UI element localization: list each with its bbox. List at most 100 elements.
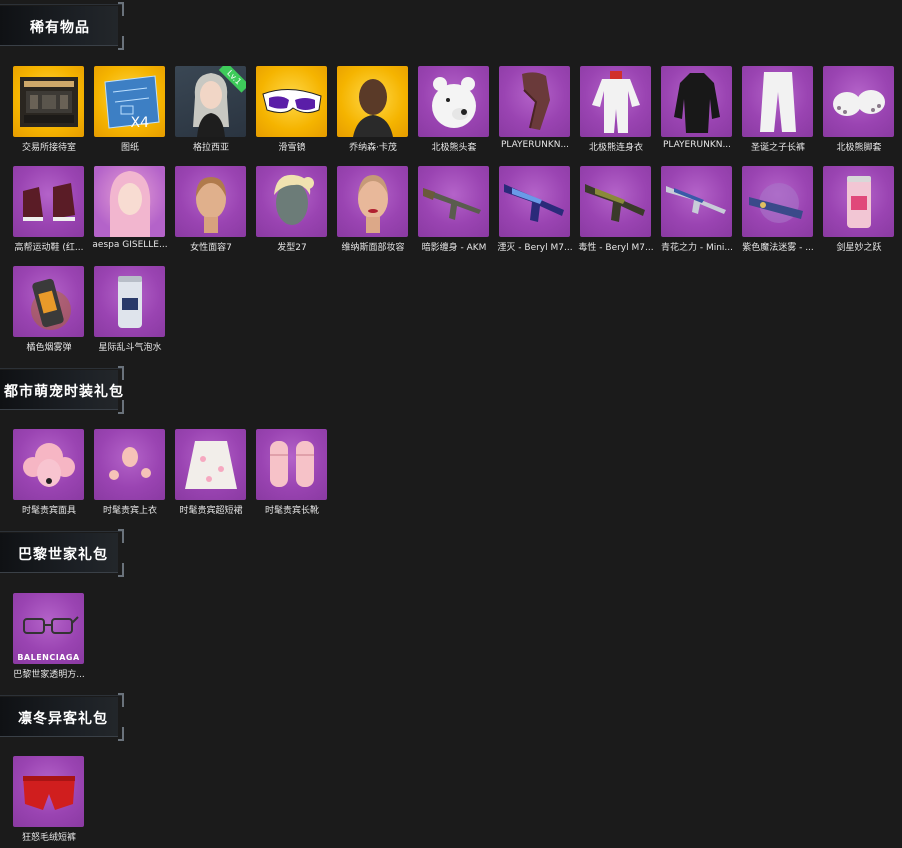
section-title: 稀有物品 [30,20,90,36]
item-card[interactable]: PLAYERUNKN... [499,66,571,150]
item-tile [661,66,732,137]
item-label: 青花之力 - Mini... [660,243,734,253]
item-tile [256,66,327,137]
item-label: 巴黎世家透明方... [13,670,85,680]
item-card[interactable]: 狂怒毛绒短裤 [13,756,85,843]
item-card[interactable]: 发型27 [256,166,328,253]
divider [0,368,124,369]
item-tile [94,166,165,237]
item-tile [13,66,84,137]
item-card[interactable]: 时髦贵宾面具 [13,429,85,516]
item-card[interactable]: 紫色魔法迷雾 - ... [742,166,814,253]
section-header-city-pet-pack: 都市萌宠时装礼包 [0,366,124,414]
section-header-balenciaga-pack: 巴黎世家礼包 [0,529,124,577]
item-card[interactable]: X4 图纸 [94,66,166,153]
item-label: 北极熊脚套 [836,143,882,153]
item-label: 格拉西亚 [192,143,229,153]
item-card[interactable]: 维纳斯面部妆容 [337,166,409,253]
poodle-mask-icon [22,442,75,487]
item-label: 北极熊连身衣 [588,143,643,153]
poodle-boots-icon [269,440,314,487]
bracket-decoration [118,693,124,707]
item-tile [823,66,894,137]
bear-suit-icon [591,70,640,133]
bracket-decoration [118,2,124,16]
item-card[interactable]: 毒性 - Beryl M7... [578,166,654,253]
sneakers-icon [22,182,75,221]
scarf-icon [521,71,550,130]
item-tile [499,66,570,137]
item-label: 暗影缠身 - AKM [421,243,487,253]
item-card[interactable]: PLAYERUNKN... [661,66,733,150]
polar-bear-mask-icon [431,76,476,128]
rare-items-grid: 交易所接待室 X4 图纸 Lv.1 格拉西亚 滑雪镜 乔纳森·卡茂 北极熊头套 … [13,66,895,353]
item-card[interactable]: aespa GISELLE... [92,166,168,250]
item-card[interactable]: 乔纳森·卡茂 [337,66,409,153]
item-card[interactable]: 女性面容7 [175,166,247,253]
item-label: 时髦贵宾长靴 [264,506,319,516]
section-header-rare-items: 稀有物品 [0,2,124,50]
item-card[interactable]: Lv.1 格拉西亚 [175,66,247,153]
divider [0,531,124,532]
item-tile [175,166,246,237]
item-label: 紫色魔法迷雾 - ... [742,243,814,253]
item-label: 湮灭 - Beryl M7... [497,243,573,253]
item-label: 毒性 - Beryl M7... [578,243,654,253]
item-card[interactable]: 滑雪镜 [256,66,328,153]
winter-pack-grid: 狂怒毛绒短裤 [13,756,895,843]
red-shorts-icon [22,775,75,810]
section-title: 都市萌宠时装礼包 [4,384,124,400]
item-card[interactable]: 北极熊脚套 [823,66,895,153]
item-card[interactable]: 交易所接待室 [13,66,85,153]
item-label: 维纳斯面部妆容 [341,243,405,253]
bracket-decoration [118,36,124,50]
item-card[interactable]: BALENCIAGA 巴黎世家透明方... [13,593,85,680]
item-label: 高帮运动鞋 (红... [14,243,84,253]
bracket-decoration [118,366,124,380]
item-card[interactable]: 时髦贵宾超短裙 [175,429,247,516]
rifle-mini-icon [665,185,726,214]
item-card[interactable]: 北极熊头套 [418,66,490,153]
item-label: 乔纳森·卡茂 [349,143,397,153]
blueprint-icon [103,74,160,129]
item-tile [337,166,408,237]
white-pants-icon [759,71,796,132]
item-tile [823,166,894,237]
section-header-winter-pack: 凛冬异客礼包 [0,693,124,741]
makeup-face-icon [357,174,388,233]
item-tile [13,166,84,237]
item-label: 时髦贵宾超短裙 [179,506,243,516]
item-tile [94,266,165,337]
item-tile [742,166,813,237]
item-tile [256,429,327,500]
section-title: 凛冬异客礼包 [18,711,108,727]
item-card[interactable]: 北极熊连身衣 [580,66,652,153]
rifle-beryl-blue-icon [503,183,564,222]
item-tile [499,166,570,237]
bracket-decoration [118,727,124,741]
item-card[interactable]: 时髦贵宾长靴 [256,429,328,516]
brand-label: BALENCIAGA [17,653,80,662]
item-card[interactable]: 时髦贵宾上衣 [94,429,166,516]
item-card[interactable]: 高帮运动鞋 (红... [13,166,85,253]
item-label: aespa GISELLE... [92,240,168,250]
item-card[interactable]: 暗影缠身 - AKM [418,166,490,253]
item-card[interactable]: 圣诞之子长裤 [742,66,814,153]
bear-feet-icon [832,89,885,116]
item-tile [661,166,732,237]
item-label: 橘色烟雾弹 [26,343,72,353]
hairstyle-icon [273,174,314,225]
item-tile [13,756,84,827]
ski-goggles-icon [261,88,322,113]
item-label: 交易所接待室 [21,143,76,153]
poodle-skirt-icon [184,440,237,489]
item-card[interactable]: 湮灭 - Beryl M7... [497,166,573,253]
item-label: 图纸 [120,143,139,153]
item-card[interactable]: 橘色烟雾弹 [13,266,85,353]
divider [0,695,124,696]
item-card[interactable]: 剑星妙之跃 [823,166,895,253]
item-card[interactable]: 青花之力 - Mini... [661,166,733,253]
item-label: 圣诞之子长裤 [750,143,805,153]
item-tile [94,429,165,500]
item-card[interactable]: 星际乱斗气泡水 [94,266,166,353]
